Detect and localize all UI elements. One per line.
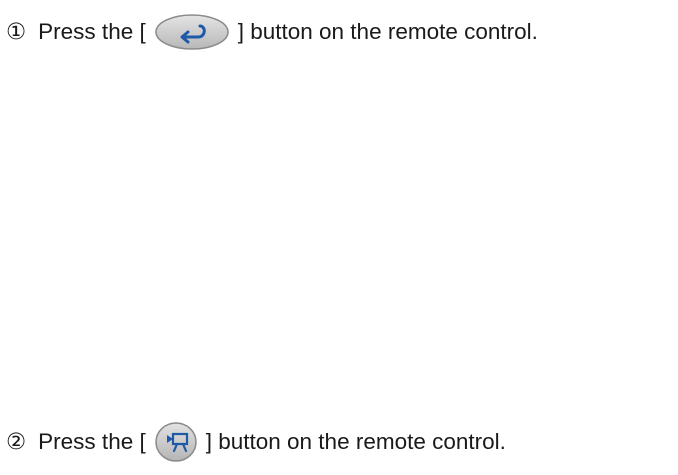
return-button-illustration — [154, 13, 230, 51]
step-text-after: ] button on the remote control. — [205, 428, 506, 454]
step-text-before: Press the [ — [38, 428, 146, 454]
instruction-step-2: ② Press the [ ] button on the remote con… — [6, 420, 512, 464]
step-text-after: ] button on the remote control. — [237, 18, 538, 44]
projector-button-illustration — [154, 421, 198, 463]
return-arrow-icon — [154, 14, 229, 50]
step-number: ② — [6, 428, 27, 454]
projector-camera-icon — [154, 422, 197, 462]
step-number: ① — [6, 18, 27, 44]
instruction-step-1: ① Press the [ ] button on the remote con… — [6, 12, 544, 52]
step-text-before: Press the [ — [38, 18, 146, 44]
